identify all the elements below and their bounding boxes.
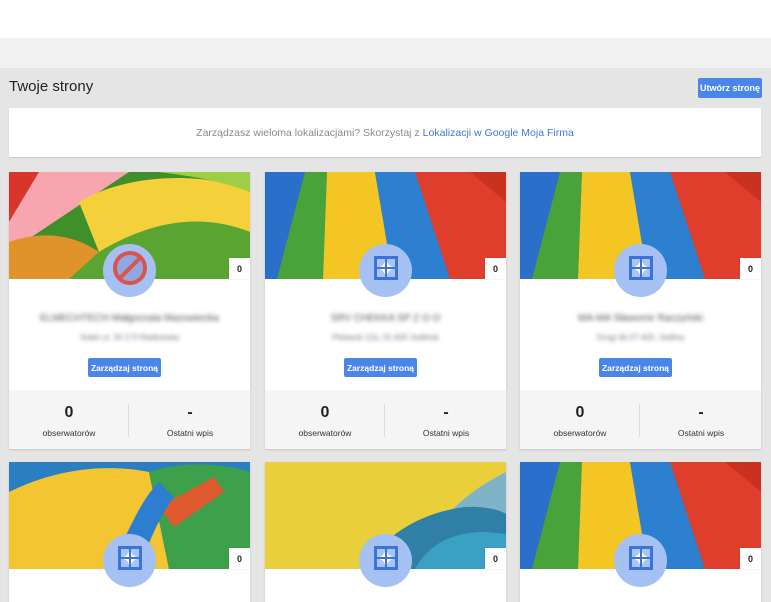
avatar — [359, 534, 412, 587]
page-card: 0 — [265, 462, 506, 602]
last-post-stat: - Ostatni wpis — [641, 390, 761, 449]
promo-link[interactable]: Lokalizacji w Google Moja Firma — [423, 127, 574, 139]
last-post-stat: - Ostatni wpis — [130, 390, 250, 449]
followers-count: 0 — [575, 404, 585, 421]
storefront-icon — [627, 544, 655, 577]
stats-panel: 0 obserwatorów - Ostatni wpis — [265, 390, 506, 449]
notification-count-badge: 0 — [485, 258, 506, 279]
avatar — [614, 244, 667, 297]
create-page-button[interactable]: Utwórz stronę — [698, 78, 762, 98]
stats-panel: 0 obserwatorów - Ostatni wpis — [9, 390, 250, 449]
notification-count-badge: 0 — [740, 548, 761, 569]
page-address: Drogi 4b 07-400, Jedlina — [596, 333, 685, 342]
avatar — [103, 534, 156, 587]
stats-divider — [384, 404, 385, 437]
stats-divider — [639, 404, 640, 437]
promo-banner: Zarządzasz wieloma lokalizacjami? Skorzy… — [9, 108, 761, 157]
page-card: 0 — [520, 462, 761, 602]
last-post-label: Ostatni wpis — [677, 428, 725, 438]
promo-text: Zarządzasz wieloma lokalizacjami? Skorzy… — [196, 126, 420, 139]
storefront-icon — [627, 254, 655, 287]
avatar — [614, 534, 667, 587]
followers-count: 0 — [320, 404, 330, 421]
storefront-icon — [372, 544, 400, 577]
page-title: Twoje strony — [9, 78, 94, 95]
page-name[interactable]: SRV CHEKKA SP Z O O — [285, 313, 486, 324]
stats-divider — [128, 404, 129, 437]
storefront-icon — [372, 254, 400, 287]
page-card: 0 SRV CHEKKA SP Z O O Plebanik 12a, 01-600… — [265, 172, 506, 449]
followers-label: obserwatorów — [553, 428, 607, 438]
page-address: Plebanik 12a, 01-600 Jedlińsk — [332, 333, 439, 342]
last-post-value: - — [698, 404, 704, 421]
page-card: 0 MA-MA Sławomir Raczyński Drogi 4b 07-400… — [520, 172, 761, 449]
page-card: 0 ELMECHTECH Małgorzata Mazowiecka Sołeh u… — [9, 172, 250, 449]
last-post-label: Ostatni wpis — [422, 428, 470, 438]
stats-panel: 0 obserwatorów - Ostatni wpis — [520, 390, 761, 449]
last-post-value: - — [443, 404, 449, 421]
followers-stat: 0 obserwatorów — [520, 390, 640, 449]
last-post-label: Ostatni wpis — [166, 428, 214, 438]
avatar — [103, 244, 156, 297]
notification-count-badge: 0 — [229, 258, 250, 279]
notification-count-badge: 0 — [229, 548, 250, 569]
page-name[interactable]: ELMECHTECH Małgorzata Mazowiecka — [29, 313, 230, 324]
manage-page-button[interactable]: Zarządzaj stroną — [599, 358, 672, 377]
avatar — [359, 244, 412, 297]
sub-bar — [0, 38, 771, 68]
followers-count: 0 — [64, 404, 74, 421]
followers-stat: 0 obserwatorów — [9, 390, 129, 449]
last-post-stat: - Ostatni wpis — [386, 390, 506, 449]
no-entry-icon — [110, 248, 150, 293]
followers-label: obserwatorów — [42, 428, 96, 438]
top-bar — [0, 0, 771, 38]
notification-count-badge: 0 — [485, 548, 506, 569]
storefront-icon — [116, 544, 144, 577]
page-name[interactable]: MA-MA Sławomir Raczyński — [540, 313, 741, 324]
manage-page-button[interactable]: Zarządzaj stroną — [88, 358, 161, 377]
manage-page-button[interactable]: Zarządzaj stroną — [344, 358, 417, 377]
last-post-value: - — [187, 404, 193, 421]
followers-stat: 0 obserwatorów — [265, 390, 385, 449]
followers-label: obserwatorów — [298, 428, 352, 438]
notification-count-badge: 0 — [740, 258, 761, 279]
page-address: Sołeh ul. 34 173 Radłowska — [79, 333, 180, 342]
page-card: 0 — [9, 462, 250, 602]
